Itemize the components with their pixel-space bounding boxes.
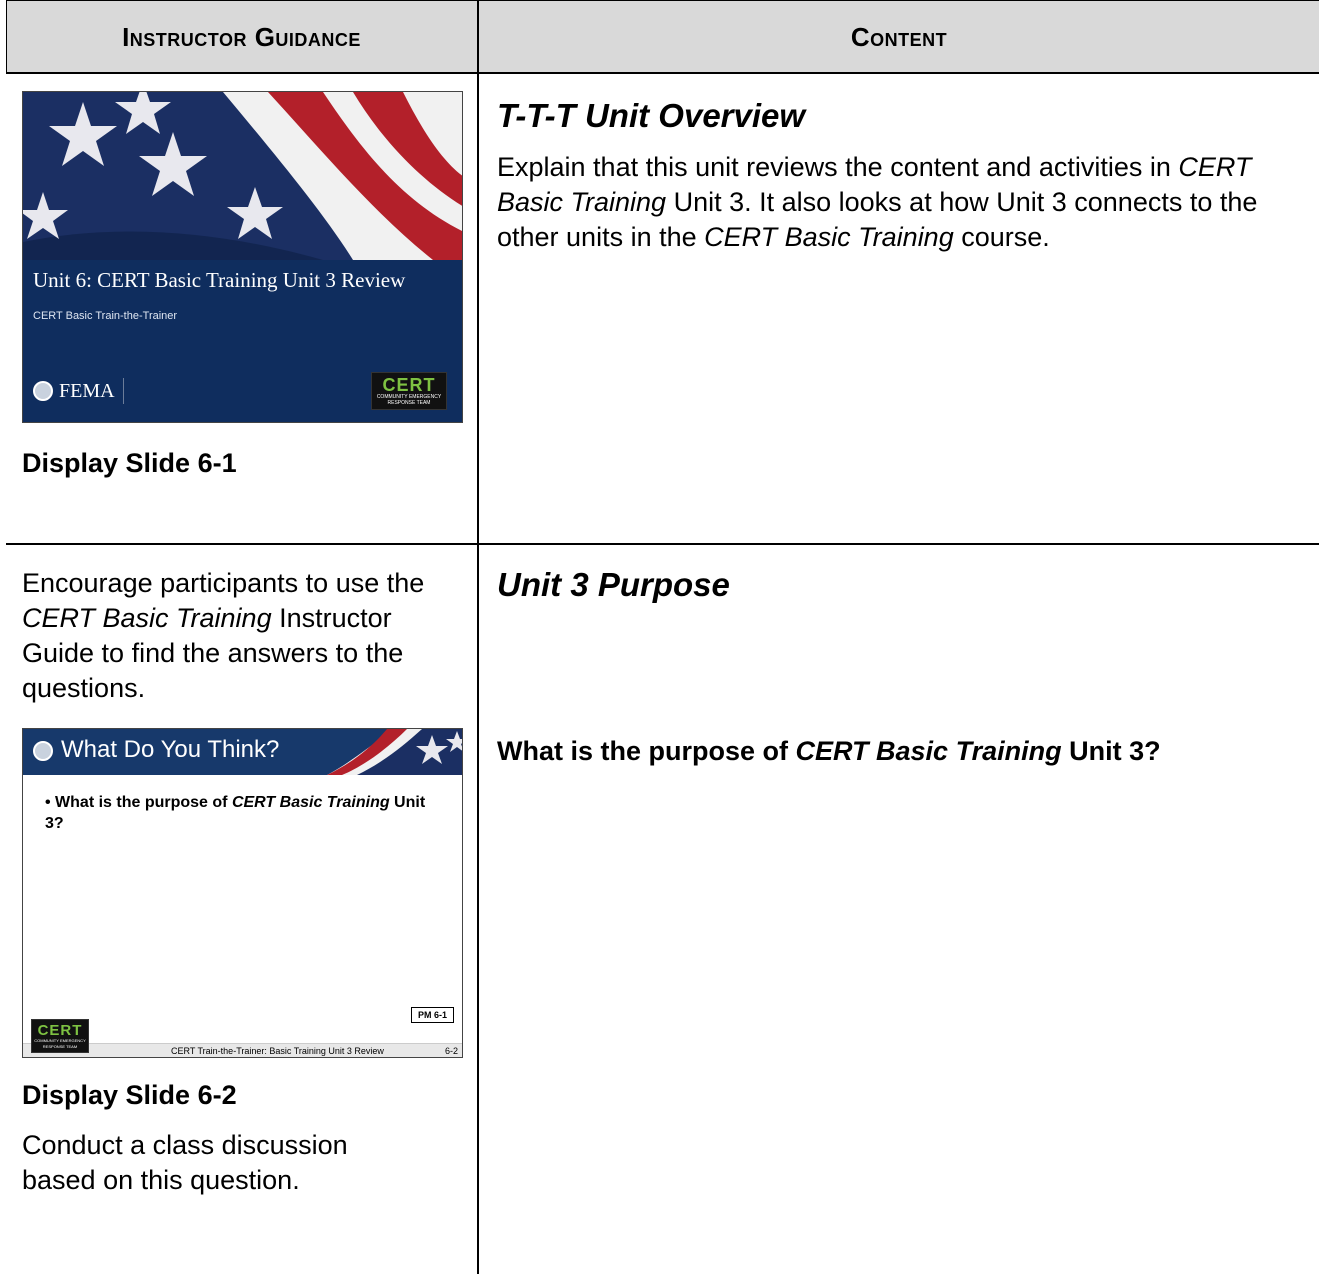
slide-footer: CERT Train-the-Trainer: Basic Training U…: [23, 1043, 462, 1057]
display-slide-caption-1: Display Slide 6-1: [22, 448, 237, 478]
section-title-purpose: Unit 3 Purpose: [497, 566, 730, 603]
slide-subtitle: CERT Basic Train-the-Trainer: [33, 310, 178, 322]
cert-logo-tagline: COMMUNITY EMERGENCY RESPONSE TEAM: [34, 1037, 86, 1049]
fema-logo: FEMA: [33, 378, 124, 404]
column-divider-row1: [477, 74, 479, 544]
display-slide-caption-2: Display Slide 6-2: [22, 1080, 237, 1110]
fema-wordmark: FEMA: [59, 379, 115, 402]
cert-logo-word: CERT: [382, 375, 436, 395]
dhs-seal-icon: [33, 381, 53, 401]
purpose-question: What is the purpose of CERT Basic Traini…: [497, 734, 1309, 769]
slide-thumbnail-6-1: Unit 6: CERT Basic Training Unit 3 Revie…: [22, 91, 463, 423]
row-divider: [6, 543, 1319, 545]
question-text-italic: CERT Basic Training: [795, 736, 1062, 766]
cert-logo-word: CERT: [37, 1021, 83, 1039]
question-text-2: Unit 3?: [1061, 736, 1161, 766]
overview-text-3: course.: [953, 222, 1050, 252]
slide-title: Unit 6: CERT Basic Training Unit 3 Revie…: [33, 268, 406, 292]
slide-title: What Do You Think?: [61, 736, 280, 763]
slide-thumbnail-6-2: What Do You Think? • What is the purpose…: [22, 728, 463, 1058]
flag-corner-image: [327, 729, 462, 775]
table-header: Instructor Guidance Content: [6, 0, 1319, 74]
dhs-seal-icon: [33, 741, 53, 761]
bullet-text-italic: CERT Basic Training: [231, 794, 390, 811]
left-edge-rule: [6, 0, 7, 74]
column-divider-header: [477, 0, 479, 74]
pm-tag: PM 6-1: [411, 1007, 455, 1023]
slide-title-band: What Do You Think?: [23, 729, 462, 775]
american-flag-image: [23, 92, 462, 260]
footer-text: CERT Train-the-Trainer: Basic Training U…: [171, 1046, 384, 1056]
cert-logo: CERT COMMUNITY EMERGENCY RESPONSE TEAM: [371, 372, 447, 410]
header-instructor-guidance: Instructor Guidance: [122, 21, 361, 52]
bullet-text-1: What is the purpose of: [55, 794, 232, 811]
section-title-overview: T-T-T Unit Overview: [497, 97, 806, 134]
intro-text-1: Encourage participants to use the: [22, 568, 425, 598]
question-text-1: What is the purpose of: [497, 736, 796, 766]
overview-text-1: Explain that this unit reviews the conte…: [497, 152, 1171, 182]
intro-instruction: Encourage participants to use the CERT B…: [22, 566, 470, 706]
overview-text-italic-2: CERT Basic Training: [704, 222, 954, 252]
cert-logo-tagline: COMMUNITY EMERGENCY RESPONSE TEAM: [376, 394, 442, 406]
logo-divider: [122, 378, 124, 404]
discussion-instruction: Conduct a class discussion based on this…: [22, 1130, 348, 1195]
slide-page-number: 6-2: [444, 1046, 458, 1056]
header-content: Content: [850, 21, 948, 52]
column-divider-row2: [477, 545, 479, 1274]
slide-bullet: • What is the purpose of CERT Basic Trai…: [45, 794, 426, 832]
overview-paragraph: Explain that this unit reviews the conte…: [497, 150, 1309, 255]
intro-text-italic: CERT Basic Training: [22, 603, 272, 633]
cert-logo: CERT COMMUNITY EMERGENCY RESPONSE TEAM: [31, 1019, 89, 1053]
